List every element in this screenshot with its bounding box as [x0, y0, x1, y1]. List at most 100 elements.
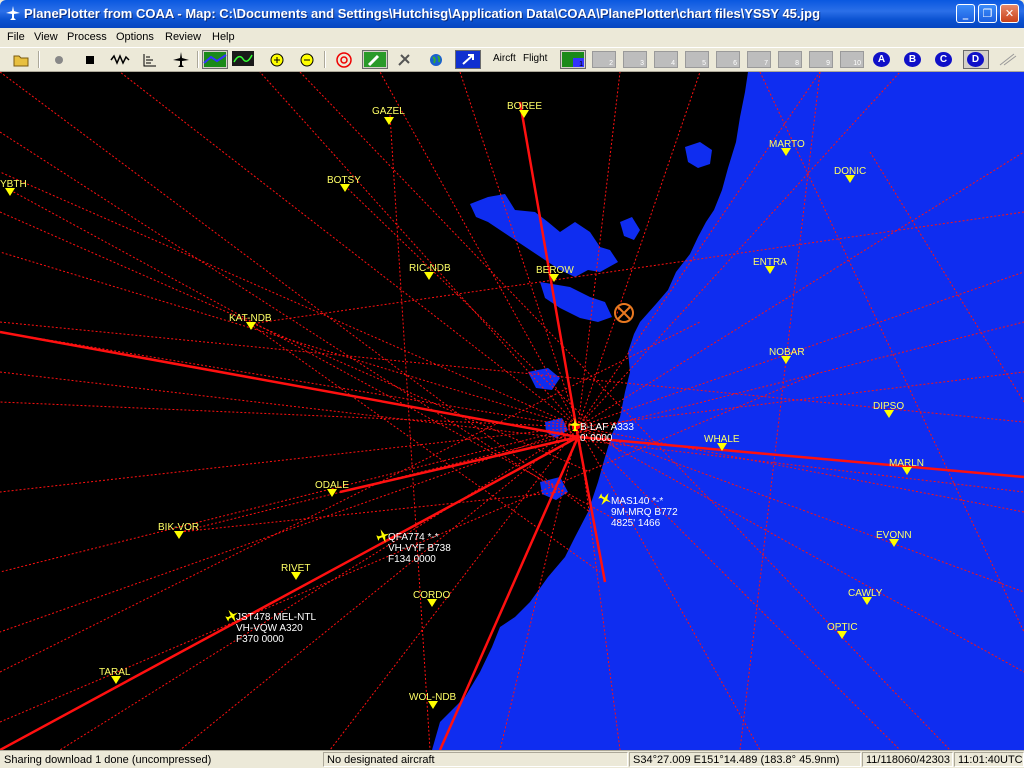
- aircraft-toggle[interactable]: Aircft: [493, 53, 516, 64]
- layer-6-button[interactable]: 6: [716, 51, 740, 68]
- menu-options[interactable]: Options: [113, 28, 157, 47]
- menu-help[interactable]: Help: [209, 28, 238, 47]
- aircraft-label: MAS140 *-* 9M-MRQ B772 4825' 1466: [611, 496, 678, 529]
- wrench-icon: [364, 52, 386, 67]
- menu-file[interactable]: File: [4, 28, 28, 47]
- open-folder-button[interactable]: [10, 50, 32, 69]
- waypoint-label: GAZEL: [372, 106, 405, 117]
- aircraft-line: B-LAF A333: [580, 422, 634, 433]
- layer-9-button[interactable]: 9: [809, 51, 833, 68]
- map-view-button[interactable]: [202, 50, 228, 69]
- aircraft-line: VH-VYF B738: [388, 543, 451, 554]
- waypoint-triangle-icon: [902, 467, 912, 475]
- menu-bar: File View Process Options Review Help: [0, 28, 1024, 47]
- layer-number: 7: [764, 60, 768, 67]
- waypoint-triangle-icon: [428, 701, 438, 709]
- waypoint-triangle-icon: [884, 410, 894, 418]
- menu-process[interactable]: Process: [64, 28, 110, 47]
- waypoint-triangle-icon: [781, 148, 791, 156]
- layer-5-button[interactable]: 5: [685, 51, 709, 68]
- stop-icon: [86, 56, 94, 64]
- stop-button[interactable]: [79, 50, 101, 69]
- sea-area: [432, 72, 1024, 750]
- waypoint-triangle-icon: [889, 539, 899, 547]
- utc-time: 11:01:40UTC: [954, 752, 1024, 767]
- layer-4-button[interactable]: 4: [654, 51, 678, 68]
- filter-b-button[interactable]: B: [904, 52, 921, 67]
- folder-icon: [13, 55, 29, 67]
- aircraft-line: 0' 0000: [580, 433, 613, 444]
- aircraft-label: B-LAF A333 0' 0000: [580, 422, 634, 444]
- toolbar-separator: [197, 51, 199, 68]
- bars-icon: [143, 54, 156, 67]
- layer-number: 8: [795, 60, 799, 67]
- waypoint-triangle-icon: [549, 274, 559, 282]
- layer-2-button[interactable]: 2: [592, 51, 616, 68]
- waypoint-triangle-icon: [427, 599, 437, 607]
- tools-icon: [398, 54, 410, 66]
- waypoint-triangle-icon: [384, 117, 394, 125]
- aircraft-label: JST478 MEL-NTL VH-VQW A320 F370 0000: [236, 612, 316, 645]
- layer-7-button[interactable]: 7: [747, 51, 771, 68]
- map-drawing: [0, 72, 1024, 750]
- close-button[interactable]: ✕: [1000, 4, 1019, 23]
- line-tool-button[interactable]: [997, 50, 1019, 69]
- cursor-position-readout: S34°27.009 E151°14.489 (183.8° 45.9nm): [629, 752, 861, 767]
- dot-icon: [55, 56, 63, 64]
- aircraft-line: 4825' 1466: [611, 518, 661, 529]
- filter-c-button[interactable]: C: [935, 52, 952, 67]
- layer-3-button[interactable]: 3: [623, 51, 647, 68]
- share-arrow-icon: [462, 54, 474, 65]
- aircraft-line: F134 0000: [388, 554, 436, 565]
- app-plane-icon: [6, 6, 20, 20]
- globe-button[interactable]: [425, 50, 447, 69]
- settings-button[interactable]: [394, 50, 416, 69]
- tools-button[interactable]: [362, 50, 388, 69]
- audio-button[interactable]: [109, 50, 131, 69]
- title-bar: PlanePlotter from COAA - Map: C:\Documen…: [0, 0, 1024, 28]
- layer-10-button[interactable]: 10: [840, 51, 864, 68]
- waypoint-triangle-icon: [291, 572, 301, 580]
- globe-icon: [430, 54, 442, 66]
- layer-number: 1: [579, 61, 583, 68]
- waypoint-triangle-icon: [174, 531, 184, 539]
- toolbar-separator: [324, 51, 326, 68]
- toolbar: Aircft Flight 1 2 3 4 5 6 7 8 9 10 A B C…: [0, 47, 1024, 72]
- radar-view-button[interactable]: [231, 50, 257, 69]
- zoom-in-button[interactable]: [266, 50, 288, 69]
- layer-number: 6: [733, 60, 737, 67]
- diagonal-lines-icon: [999, 53, 1017, 66]
- message-count: 11/118060/42303: [862, 752, 953, 767]
- target-button[interactable]: [333, 50, 355, 69]
- maximize-button[interactable]: ❐: [978, 4, 997, 23]
- waypoint-triangle-icon: [837, 631, 847, 639]
- filter-d-button[interactable]: D: [963, 50, 989, 69]
- map-canvas[interactable]: GAZEL BOREE YBTH BOTSY MARTO DONIC RIC-N…: [0, 72, 1024, 750]
- aircraft-line: MAS140 *-*: [611, 496, 664, 507]
- flight-toggle[interactable]: Flight: [523, 53, 547, 64]
- layer-1-button[interactable]: 1: [560, 50, 586, 69]
- waypoint-triangle-icon: [862, 597, 872, 605]
- filter-a-button[interactable]: A: [873, 52, 890, 67]
- aircraft-line: QFA774 *-*: [388, 532, 439, 543]
- menu-review[interactable]: Review: [162, 28, 204, 47]
- radar-icon: [232, 51, 254, 66]
- filter-d-label: D: [967, 52, 984, 67]
- layer-number: 4: [671, 60, 675, 67]
- toolbar-separator: [38, 51, 40, 68]
- layer-number: 3: [640, 60, 644, 67]
- status-message: Sharing download 1 done (uncompressed): [4, 754, 212, 766]
- designated-aircraft-status: No designated aircraft: [323, 752, 628, 767]
- aircraft-list-button[interactable]: [170, 50, 192, 69]
- aircraft-line: JST478 MEL-NTL: [236, 612, 317, 623]
- sharing-button[interactable]: [455, 50, 481, 69]
- minimize-button[interactable]: _: [956, 4, 975, 23]
- zoom-out-button[interactable]: [296, 50, 318, 69]
- waypoint-triangle-icon: [519, 110, 529, 118]
- chart-button[interactable]: [139, 50, 161, 69]
- layer-8-button[interactable]: 8: [778, 51, 802, 68]
- menu-view[interactable]: View: [31, 28, 61, 47]
- layer-number: 2: [609, 60, 613, 67]
- record-button[interactable]: [48, 50, 70, 69]
- zoom-out-icon: [300, 53, 314, 67]
